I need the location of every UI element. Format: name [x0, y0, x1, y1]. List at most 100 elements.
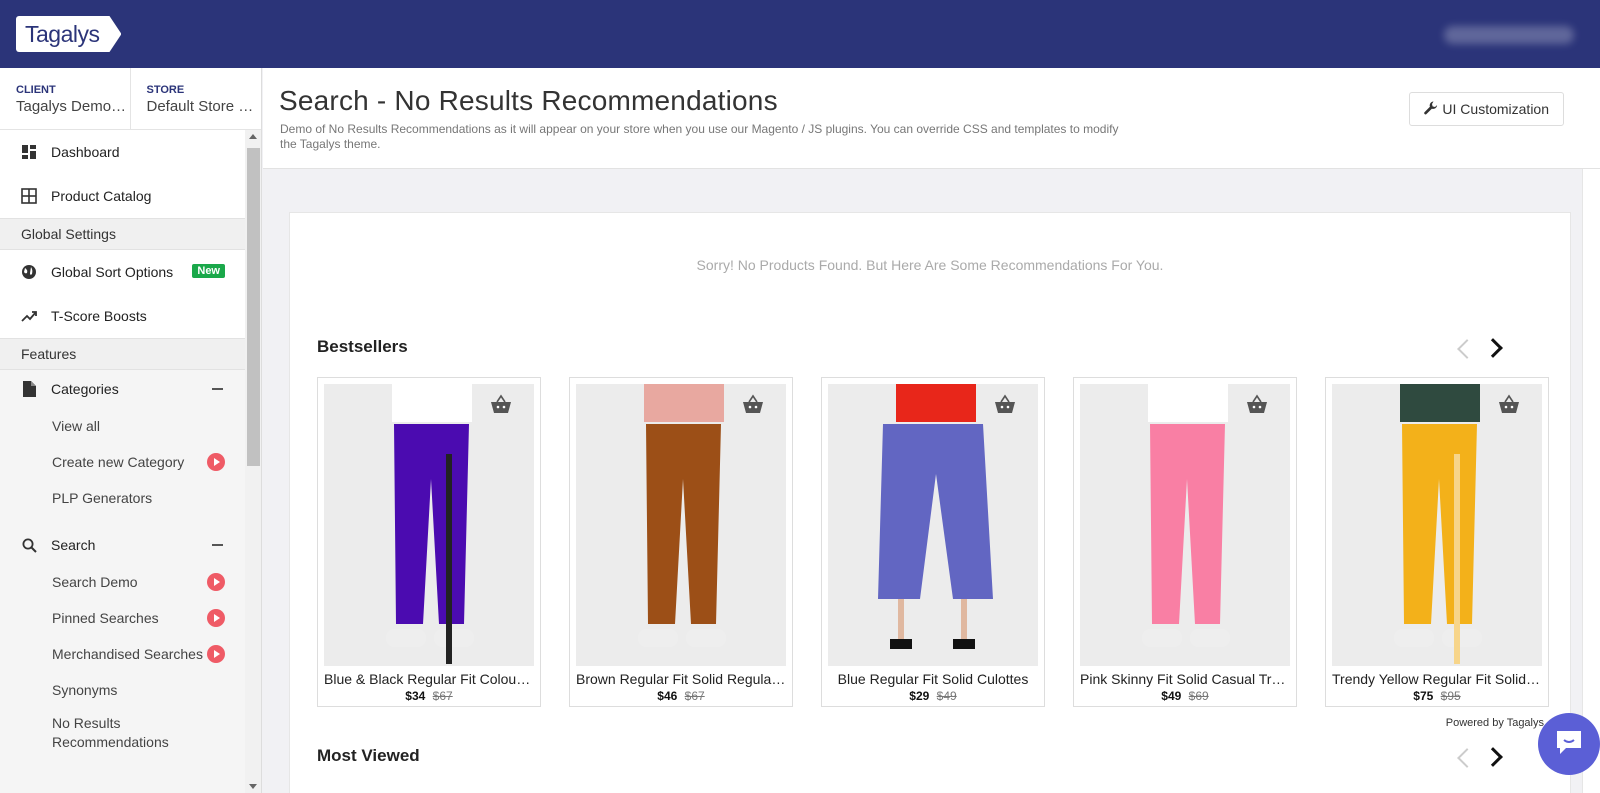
sidebar-group-categories[interactable]: Categories: [0, 370, 245, 408]
powered-by-tagalys[interactable]: Powered by Tagalys: [1446, 717, 1544, 729]
sidebar-item-view-all[interactable]: View all: [0, 408, 245, 444]
client-label: CLIENT: [16, 84, 56, 96]
product-image[interactable]: [1332, 384, 1542, 666]
product-card[interactable]: Brown Regular Fit Solid Regular… $46 $67: [569, 377, 793, 707]
sidebar-item-synonyms[interactable]: Synonyms: [0, 672, 245, 708]
user-menu[interactable]: [1444, 26, 1574, 44]
play-video-icon[interactable]: [207, 609, 225, 627]
sidebar-item-no-results-recommendations[interactable]: No Results Recommendations: [0, 708, 170, 758]
price-original: $95: [1440, 689, 1461, 703]
carousel-prev-icon[interactable]: [1457, 748, 1477, 768]
sidebar-item-label: Product Catalog: [51, 188, 152, 204]
recommendations-panel: Sorry! No Products Found. But Here Are S…: [289, 212, 1571, 793]
client-value: Tagalys Demo …: [16, 98, 130, 115]
sidebar-item-create-category[interactable]: Create new Category: [0, 444, 245, 480]
sidebar-group-label: Search: [51, 537, 96, 553]
client-store-selector: CLIENT Tagalys Demo … STORE Default Stor…: [0, 68, 261, 130]
ui-customization-label: UI Customization: [1442, 101, 1549, 117]
store-selector[interactable]: STORE Default Store …: [131, 68, 262, 129]
add-to-cart-icon[interactable]: [490, 394, 512, 414]
price-original: $49: [936, 689, 957, 703]
page-description: Demo of No Results Recommendations as it…: [280, 122, 1119, 151]
sidebar-nav: Dashboard Product Catalog Global Setting…: [0, 130, 245, 758]
scroll-up-arrow[interactable]: [249, 134, 257, 139]
sidebar-item-product-catalog[interactable]: Product Catalog: [0, 174, 245, 218]
sidebar-item-merchandised-searches[interactable]: Merchandised Searches: [0, 636, 245, 672]
trending-up-icon: [20, 307, 38, 325]
sidebar-item-tscore-boosts[interactable]: T-Score Boosts: [0, 294, 245, 338]
widget-title-most-viewed: Most Viewed: [317, 746, 420, 765]
scroll-down-arrow[interactable]: [249, 784, 257, 789]
product-image[interactable]: [324, 384, 534, 666]
sidebar-item-label: Search Demo: [52, 573, 138, 590]
product-price: $75 $95: [1326, 689, 1548, 703]
play-video-icon[interactable]: [207, 645, 225, 663]
add-to-cart-icon[interactable]: [1498, 394, 1520, 414]
price-current: $29: [909, 689, 930, 703]
sidebar-group-search[interactable]: Search: [0, 526, 245, 564]
price-original: $69: [1188, 689, 1209, 703]
add-to-cart-icon[interactable]: [742, 394, 764, 414]
carousel-next-icon[interactable]: [1483, 747, 1503, 767]
carousel-prev-icon[interactable]: [1457, 339, 1477, 359]
tagalys-logo[interactable]: Tagalys: [16, 16, 121, 52]
price-current: $75: [1413, 689, 1434, 703]
sidebar-item-label: T-Score Boosts: [51, 308, 147, 324]
sidebar-item-pinned-searches[interactable]: Pinned Searches: [0, 600, 245, 636]
product-card[interactable]: Blue Regular Fit Solid Culottes $29 $49: [821, 377, 1045, 707]
new-badge: New: [192, 264, 225, 278]
add-to-cart-icon[interactable]: [994, 394, 1016, 414]
page-scrollbar[interactable]: [1582, 169, 1600, 793]
page-header: Search - No Results Recommendations Demo…: [263, 68, 1600, 169]
top-bar: Tagalys: [0, 0, 1600, 68]
client-selector[interactable]: CLIENT Tagalys Demo …: [0, 68, 131, 129]
product-name[interactable]: Brown Regular Fit Solid Regular…: [576, 671, 786, 687]
sidebar-item-search-demo[interactable]: Search Demo: [0, 564, 245, 600]
sidebar-scrollbar[interactable]: [245, 130, 261, 793]
add-to-cart-icon[interactable]: [1246, 394, 1268, 414]
chat-launcher[interactable]: [1538, 713, 1600, 775]
sidebar-item-label: Pinned Searches: [52, 609, 159, 626]
sidebar-item-plp-generators[interactable]: PLP Generators: [0, 480, 245, 516]
logo-text: Tagalys: [25, 20, 100, 47]
section-global-settings: Global Settings: [0, 218, 245, 250]
sidebar-item-dashboard[interactable]: Dashboard: [0, 130, 245, 174]
sidebar-item-global-sort-options[interactable]: Global Sort Options New: [0, 250, 245, 294]
play-video-icon[interactable]: [207, 453, 225, 471]
scrollbar-thumb[interactable]: [247, 148, 260, 466]
ui-customization-button[interactable]: UI Customization: [1409, 92, 1564, 126]
price-current: $34: [405, 689, 426, 703]
product-name[interactable]: Blue & Black Regular Fit Colour…: [324, 671, 534, 687]
price-original: $67: [432, 689, 453, 703]
product-image[interactable]: [1080, 384, 1290, 666]
collapse-icon[interactable]: [212, 544, 223, 546]
no-results-message: Sorry! No Products Found. But Here Are S…: [696, 257, 1164, 273]
chat-icon: [1554, 728, 1584, 761]
product-card[interactable]: Blue & Black Regular Fit Colour… $34 $67: [317, 377, 541, 707]
search-icon: [20, 536, 38, 554]
widget-title-bestsellers: Bestsellers: [317, 337, 408, 356]
sidebar-item-label: PLP Generators: [52, 489, 153, 506]
sidebar-item-label: Global Sort Options: [51, 264, 174, 280]
carousel-next-icon[interactable]: [1483, 338, 1503, 358]
product-image[interactable]: [828, 384, 1038, 666]
product-card[interactable]: Pink Skinny Fit Solid Casual Tro… $49 $6…: [1073, 377, 1297, 707]
product-price: $46 $67: [570, 689, 792, 703]
sidebar-item-label: No Results Recommendations: [52, 715, 169, 750]
product-card[interactable]: Trendy Yellow Regular Fit Solid … $75 $9…: [1325, 377, 1549, 707]
sidebar-item-label: Synonyms: [52, 681, 118, 698]
globe-icon: [20, 263, 38, 281]
price-original: $67: [684, 689, 705, 703]
product-name[interactable]: Blue Regular Fit Solid Culottes: [828, 671, 1038, 687]
sidebar-item-label: Dashboard: [51, 144, 120, 160]
collapse-icon[interactable]: [212, 388, 223, 390]
sidebar-group-label: Categories: [51, 381, 119, 397]
product-name[interactable]: Trendy Yellow Regular Fit Solid …: [1332, 671, 1542, 687]
play-video-icon[interactable]: [207, 573, 225, 591]
sidebar-item-label: Create new Category: [52, 453, 185, 470]
price-current: $49: [1161, 689, 1182, 703]
product-image[interactable]: [576, 384, 786, 666]
document-icon: [20, 380, 38, 398]
product-name[interactable]: Pink Skinny Fit Solid Casual Tro…: [1080, 671, 1290, 687]
sidebar-item-label: View all: [52, 417, 100, 434]
